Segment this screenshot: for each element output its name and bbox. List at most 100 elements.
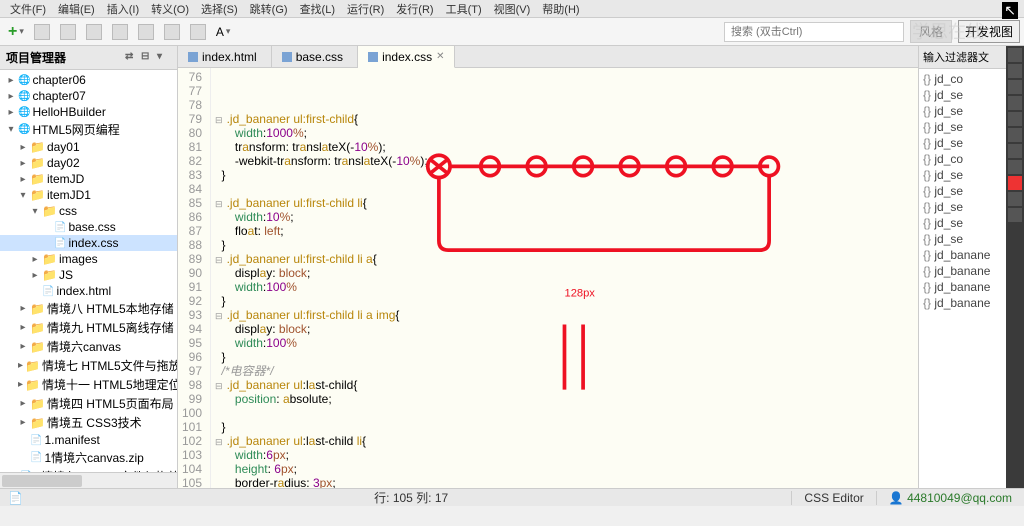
rt-tool-9[interactable] — [1008, 192, 1022, 206]
tree-item[interactable]: ▸📁情境五 CSS3技术 — [0, 413, 177, 432]
code-line[interactable]: ⊟.jd_bananer ul:first-child li{ — [215, 196, 914, 210]
menu-item[interactable]: 帮助(H) — [536, 0, 585, 17]
tree-item[interactable]: ▸🌐chapter06 — [0, 72, 177, 88]
search-input[interactable] — [724, 22, 904, 42]
code-line[interactable]: } — [215, 238, 914, 252]
code-line[interactable]: width:6px; — [215, 448, 914, 462]
tree-item[interactable]: ▸📁情境六canvas — [0, 337, 177, 356]
tree-item[interactable]: ▸📁情境十一 HTML5地理定位 — [0, 375, 177, 394]
tree-item[interactable]: ▸📁day01 — [0, 139, 177, 155]
menu-item[interactable]: 选择(S) — [195, 0, 244, 17]
rt-tool-3[interactable] — [1008, 80, 1022, 94]
code-line[interactable] — [215, 406, 914, 420]
rt-tool-1[interactable] — [1008, 48, 1022, 62]
editor-tab[interactable]: index.css✕ — [358, 46, 455, 68]
link-icon[interactable]: ⇄ — [125, 51, 139, 65]
rt-tool-8[interactable] — [1008, 160, 1022, 174]
tree-item[interactable]: ▸📁JS — [0, 267, 177, 283]
menu-item[interactable]: 发行(R) — [390, 0, 439, 17]
tree-item[interactable]: ▸📁day02 — [0, 155, 177, 171]
code-line[interactable]: border-radius: 3px; — [215, 476, 914, 488]
sidebar-hscroll[interactable] — [0, 472, 177, 488]
code-line[interactable]: -webkit-transform: translateX(-10%); — [215, 154, 914, 168]
code-line[interactable]: display: block; — [215, 322, 914, 336]
menu-item[interactable]: 跳转(G) — [244, 0, 294, 17]
outline-item[interactable]: jd_banane — [921, 263, 1004, 279]
code-line[interactable]: } — [215, 350, 914, 364]
code-line[interactable]: display: block; — [215, 266, 914, 280]
code-line[interactable]: position: absolute; — [215, 392, 914, 406]
tree-item[interactable]: 📄index.css — [0, 235, 177, 251]
menu-item[interactable]: 运行(R) — [341, 0, 390, 17]
tool-redo[interactable] — [56, 22, 80, 42]
code-content[interactable]: 128px ⊟.jd_bananer ul:first-child{ width… — [211, 68, 918, 488]
outline-item[interactable]: jd_se — [921, 199, 1004, 215]
user-account[interactable]: 👤 44810049@qq.com — [876, 491, 1024, 505]
tree-item[interactable]: ▾🌐HTML5网页编程 — [0, 120, 177, 139]
menu-item[interactable]: 编辑(E) — [52, 0, 101, 17]
code-line[interactable]: height: 6px; — [215, 462, 914, 476]
outline-item[interactable]: jd_se — [921, 183, 1004, 199]
tool-undo[interactable] — [30, 22, 54, 42]
code-line[interactable]: width:100% — [215, 336, 914, 350]
new-button[interactable]: +▾ — [4, 21, 28, 43]
tree-item[interactable]: ▸🌐HelloHBuilder — [0, 104, 177, 120]
rt-tool-10[interactable] — [1008, 208, 1022, 222]
tree-item[interactable]: 📄1情境六canvas.zip — [0, 448, 177, 467]
tree-item[interactable]: 📄index.html — [0, 283, 177, 299]
tree-item[interactable]: ▸📁情境四 HTML5页面布局 — [0, 394, 177, 413]
rt-tool-7[interactable] — [1008, 144, 1022, 158]
tree-item[interactable]: ▸📁情境七 HTML5文件与拖放 — [0, 356, 177, 375]
outline-filter[interactable]: 输入过滤器文 — [919, 46, 1006, 69]
tree-item[interactable]: ▸📁images — [0, 251, 177, 267]
code-line[interactable]: width:100% — [215, 280, 914, 294]
code-line[interactable]: ⊟.jd_bananer ul:first-child li a img{ — [215, 308, 914, 322]
rt-tool-color[interactable] — [1008, 176, 1022, 190]
outline-item[interactable]: jd_se — [921, 231, 1004, 247]
editor-tab[interactable]: base.css — [272, 46, 358, 67]
rt-tool-2[interactable] — [1008, 64, 1022, 78]
collapse-icon[interactable]: ⊟ — [141, 51, 155, 65]
tree-item[interactable]: ▸📁情境九 HTML5离线存储 — [0, 318, 177, 337]
code-line[interactable] — [215, 182, 914, 196]
tree-item[interactable]: ▸📁情境八 HTML5本地存储 — [0, 299, 177, 318]
tree-item[interactable]: 📄1.manifest — [0, 432, 177, 448]
tree-item[interactable]: ▾📁itemJD1 — [0, 187, 177, 203]
tool-save[interactable] — [82, 22, 106, 42]
code-line[interactable]: ⊟.jd_bananer ul:last-child{ — [215, 378, 914, 392]
menu-item[interactable]: 视图(V) — [488, 0, 537, 17]
tool-cut[interactable] — [108, 22, 132, 42]
outline-item[interactable]: jd_banane — [921, 279, 1004, 295]
code-line[interactable]: /*电容器*/ — [215, 364, 914, 378]
menu-item[interactable]: 插入(I) — [101, 0, 145, 17]
outline-item[interactable]: jd_se — [921, 87, 1004, 103]
code-line[interactable]: float: left; — [215, 224, 914, 238]
tool-run[interactable] — [186, 22, 210, 42]
code-editor[interactable]: 7677787980818283848586878889909192939495… — [178, 68, 918, 488]
tree-item[interactable]: ▾📁css — [0, 203, 177, 219]
code-line[interactable]: transform: translateX(-10%); — [215, 140, 914, 154]
outline-item[interactable]: jd_se — [921, 103, 1004, 119]
rt-tool-6[interactable] — [1008, 128, 1022, 142]
code-line[interactable]: } — [215, 420, 914, 434]
code-line[interactable]: } — [215, 168, 914, 182]
outline-item[interactable]: jd_se — [921, 135, 1004, 151]
code-line[interactable]: ⊟.jd_bananer ul:last-child li{ — [215, 434, 914, 448]
rt-tool-5[interactable] — [1008, 112, 1022, 126]
tree-item[interactable]: 📄base.css — [0, 219, 177, 235]
outline-item[interactable]: jd_banane — [921, 295, 1004, 311]
editor-tab[interactable]: index.html — [178, 46, 272, 67]
code-line[interactable]: width:1000%; — [215, 126, 914, 140]
outline-item[interactable]: jd_se — [921, 119, 1004, 135]
code-line[interactable]: } — [215, 294, 914, 308]
outline-item[interactable]: jd_co — [921, 71, 1004, 87]
outline-item[interactable]: jd_se — [921, 167, 1004, 183]
menu-item[interactable]: 转义(O) — [145, 0, 195, 17]
code-line[interactable]: width:10%; — [215, 210, 914, 224]
menu-item[interactable]: 查找(L) — [294, 0, 341, 17]
tool-copy[interactable] — [134, 22, 158, 42]
tree-item[interactable]: ▸📁itemJD — [0, 171, 177, 187]
tree-item[interactable]: ▸🌐chapter07 — [0, 88, 177, 104]
code-line[interactable]: ⊟.jd_bananer ul:first-child{ — [215, 112, 914, 126]
menu-item[interactable]: 文件(F) — [4, 0, 52, 17]
